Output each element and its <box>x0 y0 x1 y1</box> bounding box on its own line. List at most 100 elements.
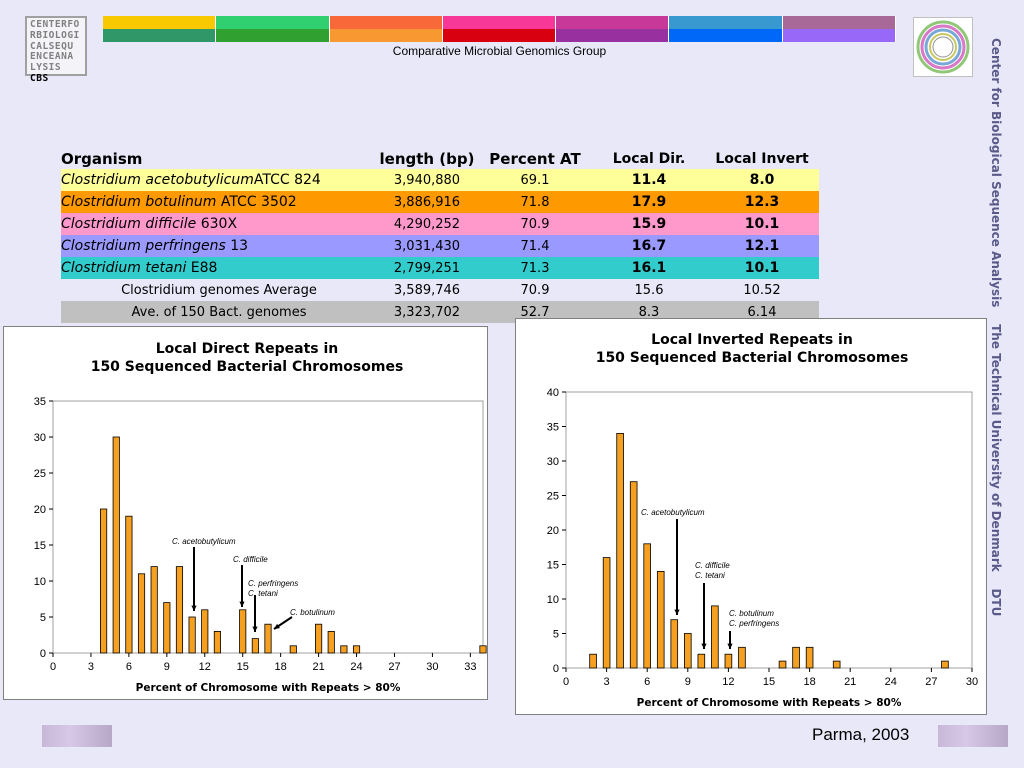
length-cell: 3,940,880 <box>393 172 461 188</box>
chart-title: 150 Sequenced Bacterial Chromosomes <box>596 350 909 366</box>
annotation-label: C. botulinum <box>290 608 335 617</box>
percent-at-cell: 71.4 <box>520 238 550 254</box>
organism-cell: Clostridium botulinum ATCC 3502 <box>61 191 377 213</box>
length-cell: 3,031,430 <box>393 238 461 254</box>
color-band-bottom <box>103 29 896 42</box>
local-dir-cell: 15.9 <box>631 216 667 232</box>
strain-name: E88 <box>186 260 218 276</box>
bar <box>340 645 348 654</box>
group-name: Comparative Microbial Genomics Group <box>392 44 607 58</box>
x-axis-label: Percent of Chromosome with Repeats > 80% <box>637 697 902 709</box>
percent-at-cell: 71.3 <box>520 260 550 276</box>
species-name: Clostridium botulinum <box>61 194 217 210</box>
bar <box>201 609 209 654</box>
table-summary-row: Clostridium genomes Average 3,589,746 70.9… <box>61 279 819 301</box>
genome-table: Organism length (bp) Percent AT Local Di… <box>61 149 819 323</box>
local-dir-cell: 11.4 <box>631 172 667 188</box>
annotation-label: C. perfringens <box>248 579 298 588</box>
bar <box>629 481 638 669</box>
bar <box>213 630 221 654</box>
y-tick-label: 25 <box>547 491 559 503</box>
direct-repeats-chart: Local Direct Repeats in 150 Sequenced Bac… <box>3 326 488 700</box>
col-header-length: length (bp) <box>379 150 475 168</box>
color-band-segment <box>782 29 896 42</box>
x-tick-label: 15 <box>763 676 775 688</box>
bar <box>352 645 361 654</box>
col-header-percent-at: Percent AT <box>489 150 581 168</box>
col-header-organism: Organism <box>61 150 143 168</box>
local-invert-cell: 10.52 <box>743 282 781 298</box>
percent-at-cell: 70.9 <box>520 282 550 298</box>
bar <box>832 660 841 669</box>
length-cell: 3,323,702 <box>393 304 461 320</box>
x-tick-label: 9 <box>164 661 170 673</box>
local-invert-cell: 10.1 <box>744 260 780 276</box>
y-tick-label: 40 <box>547 387 559 399</box>
x-tick-label: 27 <box>925 676 937 688</box>
bar <box>289 645 297 654</box>
logo-cbs: CBS <box>30 72 49 84</box>
bar <box>670 619 679 669</box>
y-tick-label: 30 <box>34 432 46 444</box>
annotation-label: C. tetani <box>695 571 725 580</box>
cbs-logo: CENTERFO RBIOLOGI CALSEQU ENCEANA LYSIS … <box>25 16 87 84</box>
color-band-segment <box>329 16 443 29</box>
y-tick-label: 35 <box>547 422 559 434</box>
bar <box>239 609 247 654</box>
local-dir-cell: 16.1 <box>631 260 667 276</box>
summary-label-cell: Ave. of 150 Bact. genomes <box>131 304 307 320</box>
x-tick-label: 24 <box>350 661 362 673</box>
x-tick-label: 27 <box>388 661 400 673</box>
col-header-local-dir: Local Dir. <box>612 151 686 167</box>
bar <box>315 623 323 654</box>
annotation-label: C. difficile <box>233 555 268 564</box>
color-band-segment <box>556 16 670 29</box>
x-tick-label: 30 <box>426 661 438 673</box>
y-tick-label: 5 <box>40 612 46 624</box>
bar <box>616 433 624 669</box>
bar <box>941 660 949 669</box>
organism-cell: Clostridium difficile 630X <box>61 213 377 235</box>
x-tick-label: 15 <box>237 661 249 673</box>
x-tick-label: 33 <box>464 661 476 673</box>
x-tick-label: 24 <box>885 676 897 688</box>
bar <box>188 616 196 654</box>
y-tick-label: 10 <box>34 576 46 588</box>
bar <box>479 645 487 654</box>
table-row: Clostridium tetani E88 2,799,251 71.3 16.1 1… <box>61 257 819 279</box>
annotation-label: C. difficile <box>695 561 730 570</box>
table-header-row: Organism length (bp) Percent AT Local Di… <box>61 149 819 169</box>
x-tick-label: 9 <box>685 676 691 688</box>
length-cell: 3,589,746 <box>393 282 461 298</box>
y-tick-label: 5 <box>553 629 559 641</box>
bar <box>175 566 184 654</box>
local-invert-cell: 12.1 <box>744 238 780 254</box>
annotation-label: C. botulinum <box>729 609 774 618</box>
logo-line: RBIOLOGI <box>30 29 80 41</box>
color-band-segment <box>669 16 783 29</box>
bar <box>656 570 665 669</box>
footer-text: Parma, 2003 <box>812 725 910 744</box>
y-tick-label: 20 <box>34 504 46 516</box>
color-band-segment <box>329 29 443 42</box>
color-band-segment <box>216 16 330 29</box>
organism-cell: Clostridium tetani E88 <box>61 257 377 279</box>
length-cell: 3,886,916 <box>393 194 461 210</box>
color-band-segment <box>442 29 557 42</box>
bar <box>589 653 597 669</box>
bar <box>251 638 259 654</box>
bar <box>264 623 272 654</box>
length-cell: 2,799,251 <box>393 260 461 276</box>
bar <box>100 508 108 654</box>
y-tick-label: 10 <box>547 594 559 606</box>
bar <box>137 573 146 654</box>
x-tick-label: 3 <box>604 676 610 688</box>
y-tick-label: 15 <box>34 540 46 552</box>
strain-name: 630X <box>196 216 238 232</box>
annotation-label: C. perfringens <box>729 619 779 628</box>
x-tick-label: 0 <box>50 661 56 673</box>
header-color-band <box>103 16 896 42</box>
local-invert-cell: 12.3 <box>744 194 780 210</box>
local-invert-cell: 10.1 <box>744 216 780 232</box>
annotation-label: C. acetobutylicum <box>641 508 705 517</box>
